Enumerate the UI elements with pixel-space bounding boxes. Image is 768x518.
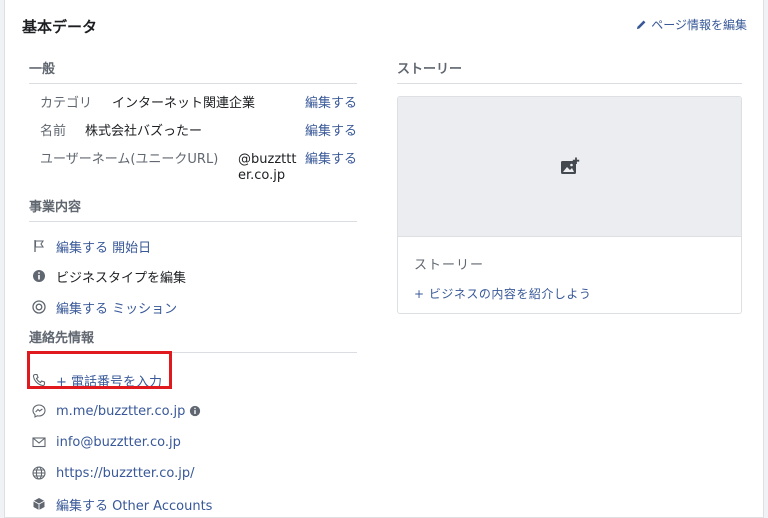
edit-category-button[interactable]: 編集する <box>305 96 357 112</box>
edit-start-date-label: 編集する 開始日 <box>56 240 152 256</box>
envelope-icon <box>32 435 46 449</box>
edit-business-type-item[interactable]: ビジネスタイプを編集 <box>32 266 357 286</box>
edit-name-button[interactable]: 編集する <box>305 124 357 140</box>
edit-page-info-label: ページ情報を編集 <box>651 18 747 32</box>
add-photo-icon <box>560 157 579 174</box>
other-accounts-label: 編集する Other Accounts <box>56 498 213 514</box>
basic-data-card: 基本データ ページ情報を編集 一般 カテゴリ インターネット関連企業 編集する … <box>4 0 764 518</box>
username-value: @buzzttter.co.jp <box>238 152 297 183</box>
story-label: ストーリー <box>414 258 485 273</box>
highlight-box <box>27 351 172 389</box>
story-image-placeholder[interactable] <box>398 97 741 237</box>
messenger-label: m.me/buzztter.co.jp <box>56 403 186 419</box>
messenger-item[interactable]: m.me/buzztter.co.jp <box>32 401 357 421</box>
category-row: カテゴリ インターネット関連企業 編集する <box>29 96 357 112</box>
category-key: カテゴリ <box>40 96 93 111</box>
info-icon <box>190 405 201 416</box>
website-item[interactable]: https://buzztter.co.jp/ <box>32 463 357 483</box>
edit-mission-label: 編集する ミッション <box>56 301 178 317</box>
name-key: 名前 <box>40 124 67 139</box>
page-title: 基本データ <box>22 18 98 36</box>
username-key: ユーザーネーム(ユニークURL) <box>40 152 219 167</box>
website-label: https://buzztter.co.jp/ <box>56 465 195 481</box>
name-row: 名前 株式会社バズったー 編集する <box>29 124 357 140</box>
email-label: info@buzztter.co.jp <box>56 434 181 450</box>
messenger-icon <box>32 404 46 418</box>
edit-mission-item[interactable]: 編集する ミッション <box>32 297 357 317</box>
globe-icon <box>32 466 46 480</box>
category-value: インターネット関連企業 <box>112 96 256 111</box>
pencil-icon <box>637 20 646 30</box>
email-item[interactable]: info@buzztter.co.jp <box>32 432 357 452</box>
section-title-general: 一般 <box>29 56 357 84</box>
name-value: 株式会社バズったー <box>85 124 203 139</box>
edit-start-date-item[interactable]: 編集する 開始日 <box>32 236 357 256</box>
edit-business-type-label: ビジネスタイプを編集 <box>56 270 187 286</box>
messenger-link: m.me/buzztter.co.jp <box>56 404 201 419</box>
edit-page-info-link[interactable]: ページ情報を編集 <box>636 16 747 33</box>
section-title-business: 事業内容 <box>29 194 357 222</box>
add-business-story-link[interactable]: + ビジネスの内容を紹介しよう <box>414 285 741 302</box>
section-title-contact: 連絡先情報 <box>29 325 357 353</box>
info-icon <box>32 269 46 283</box>
right-column: ストーリー ストーリー + ビジネスの内容を紹介しよう <box>397 56 742 314</box>
mission-icon <box>32 300 46 314</box>
left-column: 一般 カテゴリ インターネット関連企業 編集する 名前 株式会社バズったー 編集… <box>29 56 357 514</box>
edit-username-button[interactable]: 編集する <box>305 152 357 184</box>
cube-icon <box>32 497 46 511</box>
flag-icon <box>32 239 46 253</box>
section-title-story: ストーリー <box>397 56 742 84</box>
other-accounts-item[interactable]: 編集する Other Accounts <box>32 494 357 514</box>
username-row: ユーザーネーム(ユニークURL) @buzzttter.co.jp 編集する <box>29 152 357 184</box>
story-box[interactable]: ストーリー + ビジネスの内容を紹介しよう <box>397 96 742 314</box>
